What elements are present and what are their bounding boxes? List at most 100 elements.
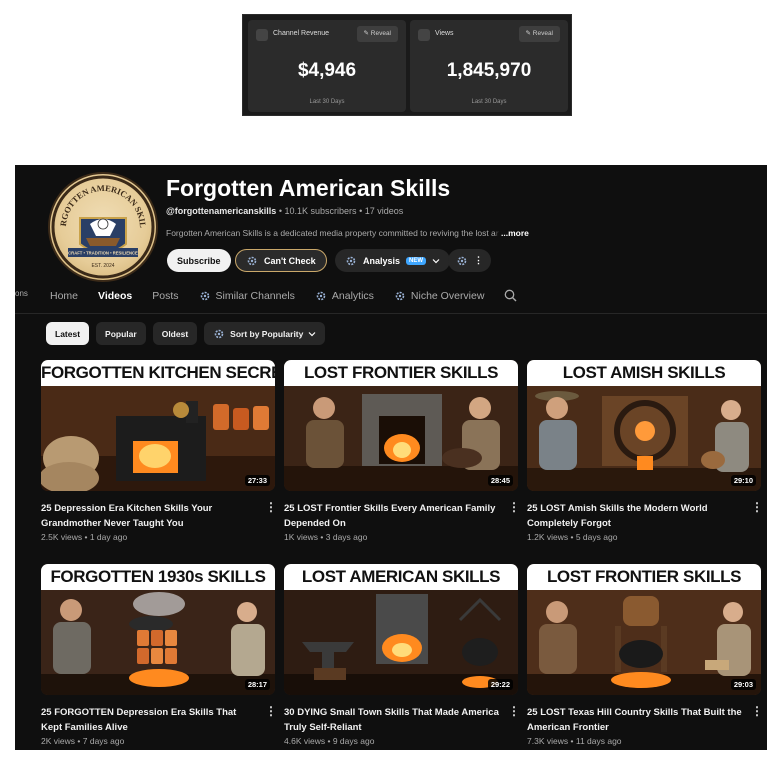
video-title[interactable]: 25 FORGOTTEN Depression Era Skills That … — [41, 705, 259, 735]
reveal-views-button[interactable]: ✎ Reveal — [518, 26, 560, 42]
video-thumbnail[interactable]: FORGOTTEN KITCHEN SECRETS 27:33 — [41, 360, 275, 491]
tab-posts[interactable]: Posts — [152, 289, 178, 302]
meta-separator: • — [570, 532, 574, 542]
view-count: 2K views — [41, 736, 76, 746]
reveal-label: Reveal — [532, 30, 553, 37]
chip-popular[interactable]: Popular — [96, 322, 146, 345]
tab-label: Videos — [98, 289, 133, 302]
video-thumbnail[interactable]: FORGOTTEN 1930s SKILLS 28:17 — [41, 564, 275, 695]
more-link[interactable]: ...more — [501, 228, 529, 238]
tool-icon — [214, 329, 224, 338]
meta-separator: • — [84, 532, 88, 542]
video-title[interactable]: 30 DYING Small Town Skills That Made Ame… — [284, 705, 502, 735]
upload-age: 5 days ago — [575, 532, 618, 542]
chevron-down-icon — [308, 331, 316, 336]
sort-dropdown[interactable]: Sort by Popularity — [204, 322, 326, 345]
view-count: 2.5K views — [41, 532, 83, 542]
video-count: 17 videos — [364, 206, 404, 216]
video-menu-button[interactable]: ⋮ — [751, 501, 763, 513]
avatar-text-bottom: EST. 2024 — [91, 263, 114, 269]
thumbnail-banner: LOST AMISH SKILLS — [527, 360, 761, 386]
meta-separator: • — [359, 206, 363, 216]
tabs-divider — [15, 313, 767, 314]
tab-analytics[interactable]: Analytics — [315, 289, 374, 302]
stats-panel: Channel Revenue ✎ Reveal $4,946 Last 30 … — [242, 14, 572, 116]
video-thumbnail[interactable]: LOST FRONTIER SKILLS 28:45 — [284, 360, 518, 491]
sidebar-fragment[interactable]: ons — [15, 289, 28, 298]
cant-check-button[interactable]: Can't Check — [235, 249, 327, 272]
video-title[interactable]: 25 LOST Amish Skills the Modern World Co… — [527, 501, 745, 531]
tool-icon — [395, 291, 405, 300]
video-title[interactable]: 25 Depression Era Kitchen Skills Your Gr… — [41, 501, 259, 531]
description-text: Forgotten American Skills is a dedicated… — [166, 228, 496, 238]
meta-separator: • — [320, 532, 324, 542]
search-channel-button[interactable] — [504, 289, 517, 302]
video-thumbnail[interactable]: LOST AMERICAN SKILLS 29:22 — [284, 564, 518, 695]
avatar-text-band: CRAFT • TRADITION • RESILIENCE — [68, 251, 138, 256]
avatar-emblem: FORGOTTEN AMERICAN SKILLS CRAFT • TRADIT… — [50, 174, 155, 279]
frontier-fireplace-scene — [284, 386, 518, 491]
frontier-cooking-scene — [527, 590, 761, 695]
tool-menu-button[interactable]: ⋮ — [448, 249, 491, 272]
filter-chips: Latest Popular Oldest Sort by Popularity — [46, 322, 326, 345]
tab-videos[interactable]: Videos — [98, 289, 132, 302]
tab-niche-overview[interactable]: Niche Overview — [394, 289, 485, 302]
tab-home[interactable]: Home — [50, 289, 78, 302]
canning-scene — [41, 590, 275, 695]
views-label: Views — [435, 30, 454, 37]
cant-check-label: Can't Check — [264, 255, 316, 266]
subscribe-button[interactable]: Subscribe — [167, 249, 231, 272]
video-duration: 29:22 — [487, 679, 513, 690]
reveal-revenue-button[interactable]: ✎ Reveal — [356, 26, 398, 42]
video-meta: 4.6K views • 9 days ago — [284, 736, 518, 746]
channel-description[interactable]: Forgotten American Skills is a dedicated… — [166, 228, 576, 238]
video-menu-button[interactable]: ⋮ — [508, 705, 520, 717]
video-card[interactable]: FORGOTTEN KITCHEN SECRETS 27:33 25 Depre… — [41, 360, 277, 542]
upload-age: 11 days ago — [575, 736, 622, 746]
sort-label: Sort by Popularity — [230, 328, 304, 339]
video-duration: 29:10 — [730, 475, 756, 486]
tab-label: Analytics — [331, 289, 374, 302]
description-fade: r — [495, 228, 499, 238]
tab-similar-channels[interactable]: Similar Channels — [199, 289, 295, 302]
chevron-down-icon — [432, 258, 440, 263]
upload-age: 3 days ago — [325, 532, 368, 542]
chip-oldest[interactable]: Oldest — [152, 322, 198, 345]
upload-age: 1 day ago — [89, 532, 128, 542]
revenue-period: Last 30 Days — [309, 99, 345, 105]
video-card[interactable]: FORGOTTEN 1930s SKILLS 28:17 25 FORGOTTE… — [41, 564, 277, 746]
video-menu-button[interactable]: ⋮ — [265, 705, 277, 717]
analysis-button[interactable]: Analysis NEW — [335, 249, 451, 272]
views-card: Views ✎ Reveal 1,845,970 Last 30 Days — [410, 20, 568, 112]
video-meta: 7.3K views • 11 days ago — [527, 736, 761, 746]
view-count: 1.2K views — [527, 532, 569, 542]
video-card[interactable]: LOST FRONTIER SKILLS 29:03 25 LOST Texas… — [527, 564, 763, 746]
new-badge: NEW — [406, 256, 427, 265]
video-duration: 28:17 — [244, 679, 270, 690]
video-menu-button[interactable]: ⋮ — [751, 705, 763, 717]
video-card[interactable]: LOST AMISH SKILLS 29:10 25 LOST Amish Sk… — [527, 360, 763, 542]
channel-avatar[interactable]: FORGOTTEN AMERICAN SKILLS CRAFT • TRADIT… — [48, 172, 158, 282]
video-thumbnail[interactable]: LOST AMISH SKILLS 29:10 — [527, 360, 761, 491]
video-meta: 1K views • 3 days ago — [284, 532, 518, 542]
video-duration: 27:33 — [244, 475, 270, 486]
video-thumbnail[interactable]: LOST FRONTIER SKILLS 29:03 — [527, 564, 761, 695]
eye-icon — [256, 29, 268, 41]
tool-icon — [457, 256, 467, 265]
tab-label: Niche Overview — [410, 289, 485, 302]
tool-icon — [316, 291, 326, 300]
meta-separator: • — [278, 206, 282, 216]
chip-latest[interactable]: Latest — [46, 322, 90, 345]
video-title[interactable]: 25 LOST Texas Hill Country Skills That B… — [527, 705, 745, 735]
video-menu-button[interactable]: ⋮ — [508, 501, 520, 513]
channel-handle: @forgottenamericanskills — [166, 206, 277, 216]
video-card[interactable]: LOST AMERICAN SKILLS 29:22 30 DYING Smal… — [284, 564, 520, 746]
chip-label: Popular — [105, 328, 137, 339]
eye-icon — [418, 29, 430, 41]
video-menu-button[interactable]: ⋮ — [265, 501, 277, 513]
video-card[interactable]: LOST FRONTIER SKILLS 28:45 25 LOST Front… — [284, 360, 520, 542]
video-title[interactable]: 25 LOST Frontier Skills Every American F… — [284, 501, 502, 531]
views-period: Last 30 Days — [471, 99, 507, 105]
channel-page: ons FORGOTTEN AMERICAN SKILLS CRAFT • TR… — [15, 165, 767, 750]
video-meta: 2K views • 7 days ago — [41, 736, 275, 746]
